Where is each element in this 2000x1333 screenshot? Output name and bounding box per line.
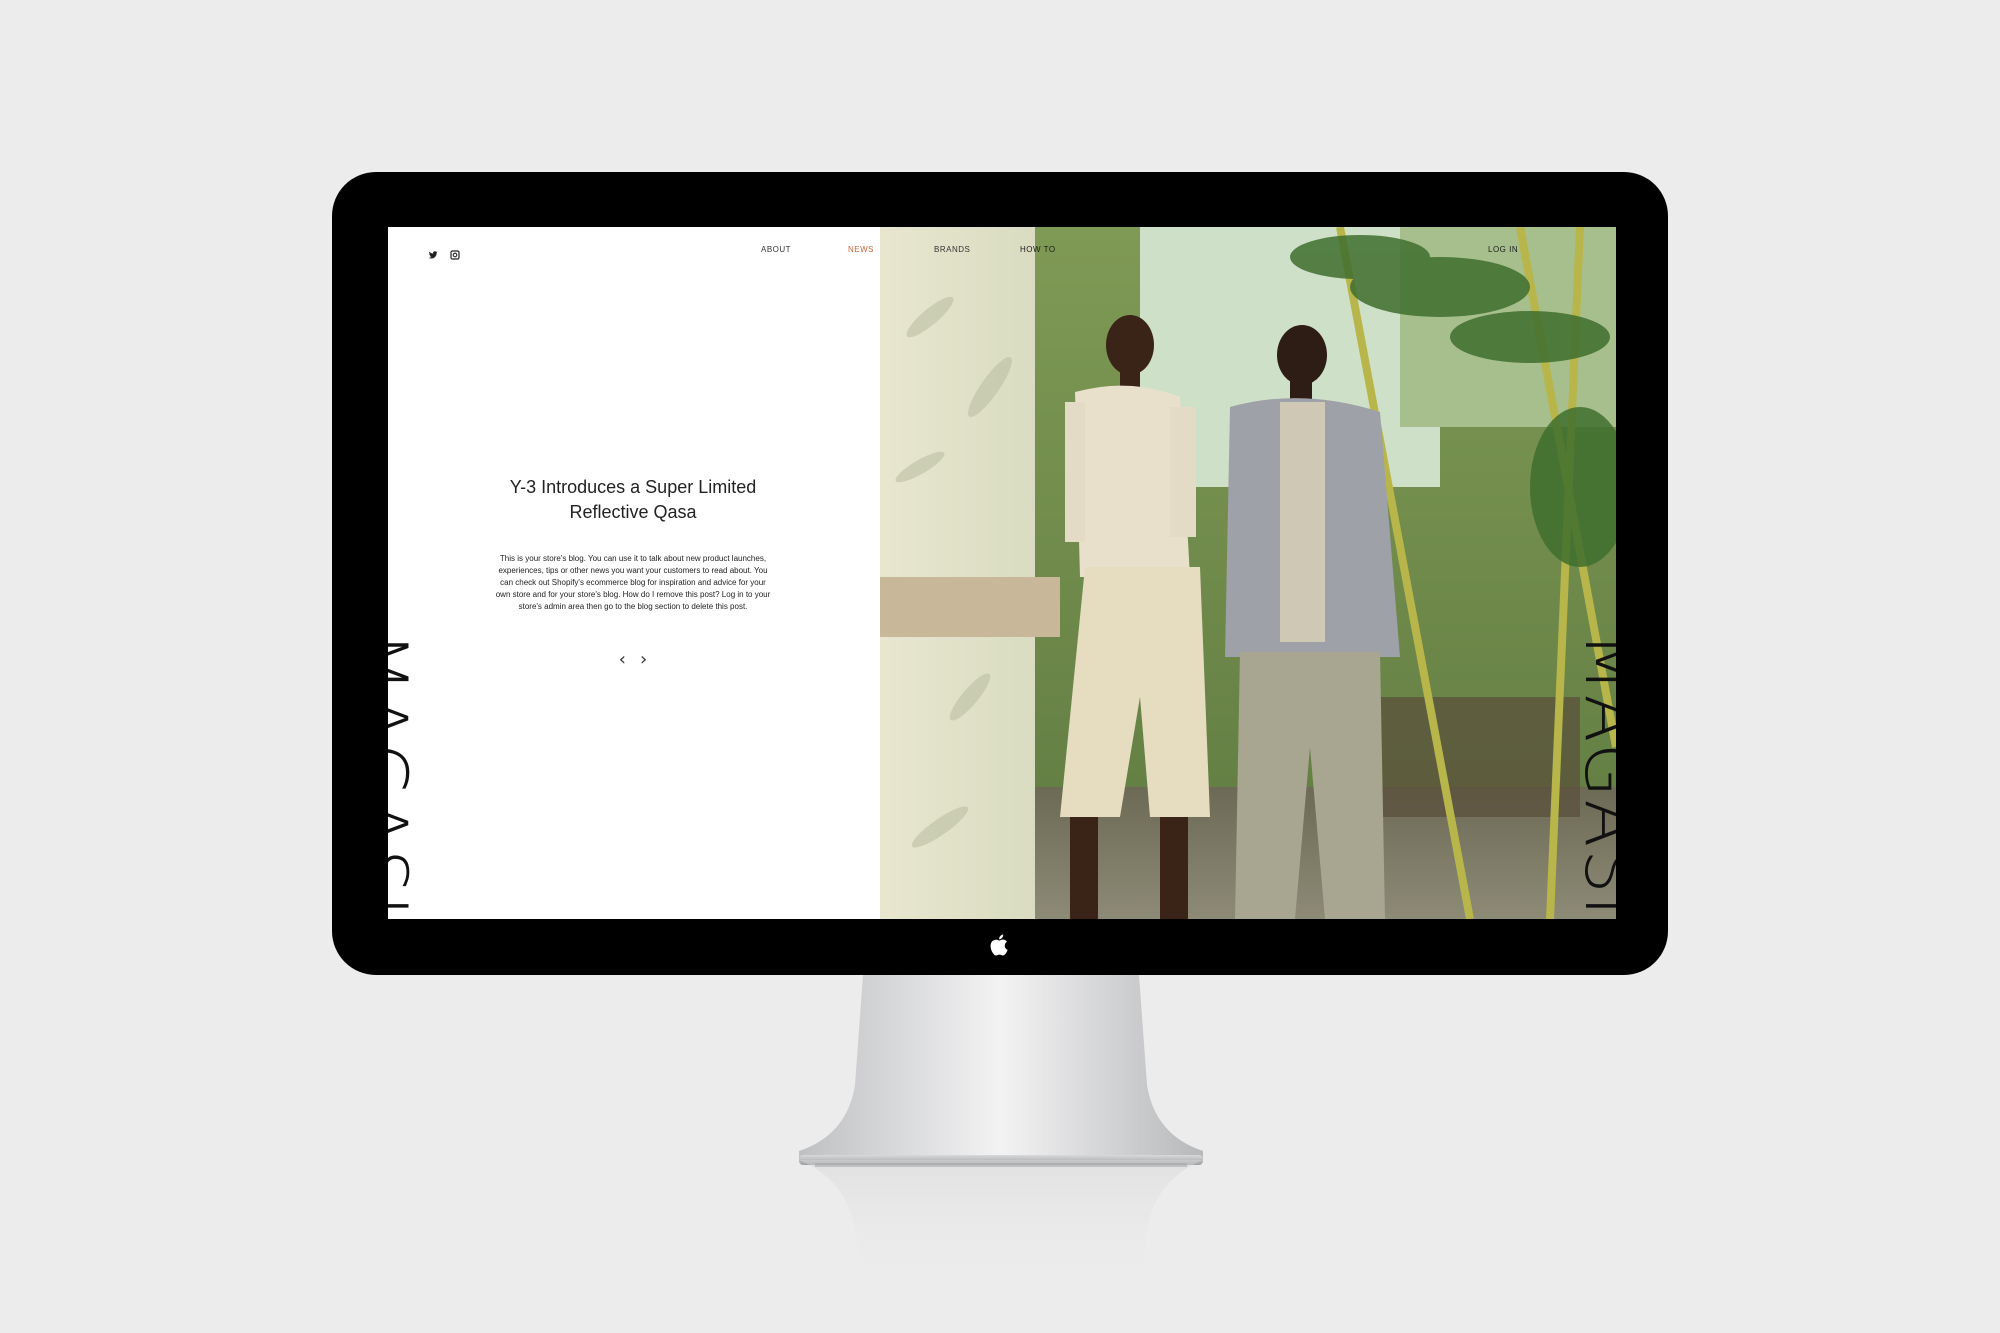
nav-how-to[interactable]: HOW TO [1020, 245, 1056, 254]
stand-reflection [799, 1160, 1203, 1290]
prev-arrow-button[interactable]: ‹ [619, 651, 626, 669]
nav-news[interactable]: NEWS [848, 245, 874, 254]
post-body: This is your store's blog. You can use i… [495, 554, 771, 611]
monitor-bezel: MAGASIN Y-3 Introduces a Super Limited R… [332, 172, 1668, 975]
monitor-stand [799, 975, 1203, 1167]
content-panel: MAGASIN Y-3 Introduces a Super Limited R… [388, 227, 880, 919]
vertical-logo-left: MAGASIN [388, 632, 422, 919]
apple-logo-icon [990, 934, 1008, 956]
blog-post: Y-3 Introduces a Super Limited Reflectiv… [488, 475, 778, 669]
photo-scene [880, 227, 1616, 919]
main-nav: ABOUT NEWS BRANDS HOW TO LOG IN [388, 227, 1616, 271]
post-pager: ‹ › [488, 651, 778, 669]
post-title: Y-3 Introduces a Super Limited Reflectiv… [509, 477, 757, 522]
next-arrow-button[interactable]: › [640, 651, 647, 669]
nav-log-in[interactable]: LOG IN [1488, 245, 1518, 254]
screen: MAGASIN Y-3 Introduces a Super Limited R… [388, 227, 1616, 919]
nav-about[interactable]: ABOUT [761, 245, 791, 254]
vertical-logo-right: MAGASIN [1569, 632, 1616, 919]
hero-photo [880, 227, 1616, 919]
nav-brands[interactable]: BRANDS [934, 245, 970, 254]
